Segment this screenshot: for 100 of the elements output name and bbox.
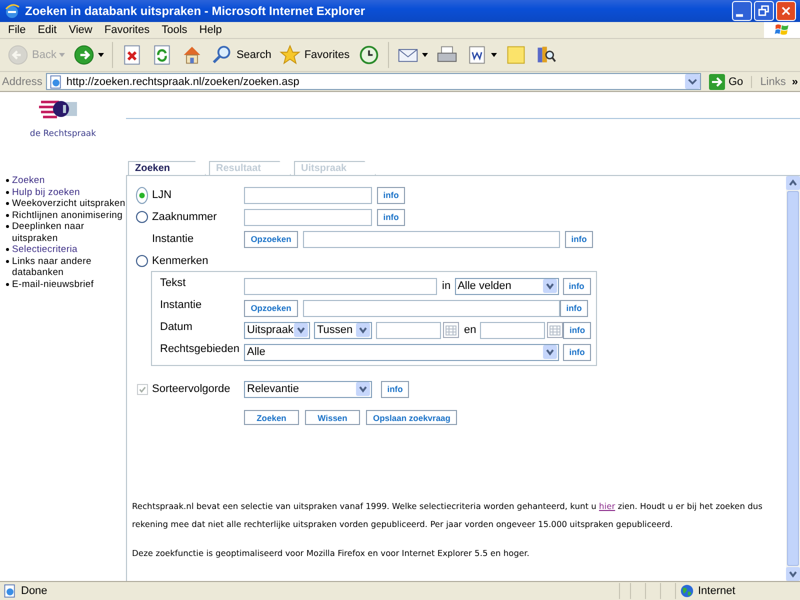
bullet-icon [6,202,9,205]
field-label: Rechtsgebieden [160,343,241,355]
close-icon [779,4,793,18]
menu-item[interactable]: Help [193,24,228,36]
bullet-icon [6,179,9,182]
info-button[interactable]: info [563,322,592,338]
note-icon [504,44,527,66]
nav-link[interactable]: Hulp bij zoeken [12,186,80,198]
site-name: de Rechtspraak [30,129,96,139]
bullet-icon [6,282,9,286]
browser-icon [4,3,20,19]
tab[interactable]: Zoeken [128,161,206,175]
zaaknummer-label: Zaaknummer [152,211,218,223]
page-icon [49,74,64,88]
field-label: Tekst [160,277,187,289]
search-button[interactable]: Search [208,42,274,68]
info-button[interactable]: info [560,300,588,316]
nav-link[interactable]: Zoeken [12,175,45,186]
menu-item[interactable]: File [2,24,32,36]
menu-item[interactable]: Edit [32,24,63,36]
address-field[interactable]: http://zoeken.rechtspraak.nl/zoeken/zoeken.asp [46,73,700,90]
joiner-label: in [442,280,451,292]
more-links-button[interactable]: » [792,76,798,88]
info-button[interactable]: info [565,230,593,248]
scrollbar[interactable] [786,176,800,581]
history-icon [358,44,380,66]
dropdown[interactable]: Alle [244,344,559,360]
windows-flag-icon [773,22,791,38]
date-input[interactable] [480,322,546,338]
scroll-up-icon[interactable] [786,176,800,190]
info-paragraph: Deze zoekfunctie is geoptimaliseerd voor Mozilla Firefox en voor Internet Explorer 5.5 en hoger. [132,547,530,560]
dropdown[interactable]: Uitspraak [244,322,310,338]
go-arrow-icon [708,74,724,90]
info-button[interactable]: info [563,344,591,360]
opzoeken-button[interactable]: Opzoeken [244,230,298,248]
radio-button[interactable] [136,186,148,204]
action-button[interactable]: Zoeken [244,410,299,425]
nav-link[interactable]: Deeplinken naar uitspraken [12,221,126,244]
logo-icon [39,99,79,119]
info-paragraph: Rechtspraak.nl bevat een selectie van uitspraken vanaf 1999. Welke selectiecriteria worden gehanteerd, kunt u hier zien. Houdt u er bij het zoeken dus rekening mee dat niet alle rechterlijke uitspraken vorden gepubliceerd. Per jaar vorden ongeveer 15.000 uitspraken gepubliceerd. [132,500,764,531]
scroll-down-icon[interactable] [786,567,800,581]
menu-item[interactable]: Favorites [98,24,156,36]
security-zone: Internet [675,583,800,599]
instantie-label: Instantie [152,233,195,245]
nav-link[interactable]: Selectiecriteria [12,244,78,256]
caret-icon [98,53,104,57]
action-button[interactable]: Opslaan zoekvraag [366,410,458,425]
dropdown[interactable]: Alle velden [454,278,559,294]
close-button[interactable] [776,1,796,21]
bullet-icon [6,190,9,194]
window-title: Zoeken in databank uitspraken - Microsoft Internet Explorer [25,4,366,18]
info-button[interactable]: info [377,208,405,226]
nav-link[interactable]: Links naar andere databanken [12,256,126,278]
instantie-input[interactable] [303,300,560,316]
info-button[interactable]: info [562,278,591,294]
instantie-input[interactable] [303,230,560,248]
caret-icon [490,53,497,57]
address-label: Address [2,76,42,88]
field-label: Datum [160,321,194,333]
menu-item[interactable]: View [62,24,98,36]
field-label: Instantie [160,299,203,311]
caret-icon [422,53,428,57]
info-button[interactable]: info [377,186,405,204]
radio-button[interactable] [136,255,148,267]
status-text: Done [0,584,619,598]
ljn-label: LJN [152,189,173,201]
dropdown[interactable]: Tussen [314,322,372,338]
page-icon [3,584,17,598]
minimize-button[interactable] [732,1,752,21]
radio-button[interactable] [136,211,148,223]
maximize-button[interactable] [754,1,774,21]
nav-link[interactable]: Weekoverzicht uitspraken [12,198,126,210]
action-button[interactable]: Wissen [305,410,360,425]
date-input[interactable] [376,322,441,338]
caret-icon [59,53,66,57]
scroll-thumb[interactable] [787,191,799,566]
calendar-icon[interactable] [443,322,459,338]
menu-item[interactable]: Tools [156,24,194,36]
nav-link[interactable]: Richtlijnen anonimisering [12,210,123,221]
favorites-button[interactable]: Favorites [276,42,353,68]
bullet-icon [6,260,9,262]
restore-icon [757,4,771,18]
calendar-icon[interactable] [547,322,564,338]
zaaknummer-input[interactable] [244,208,372,226]
opzoeken-button[interactable]: Opzoeken [244,300,298,316]
star-icon [279,44,302,66]
bullet-icon [6,214,9,216]
globe-icon [680,584,694,598]
text-input[interactable] [244,278,437,294]
ljn-input[interactable] [244,186,372,204]
joiner-label: en [464,324,476,336]
nav-link[interactable]: E-mail-nieuwsbrief [12,278,94,290]
hier-link[interactable]: hier [599,501,616,511]
kenmerken-label: Kenmerken [152,255,210,267]
bullet-icon [6,225,9,228]
go-button[interactable]: Go [704,74,748,90]
minimize-icon [736,14,742,16]
sort-label: Sorteervolgorde [152,383,232,395]
links-label: Links [760,76,786,88]
bullet-icon [6,248,9,251]
